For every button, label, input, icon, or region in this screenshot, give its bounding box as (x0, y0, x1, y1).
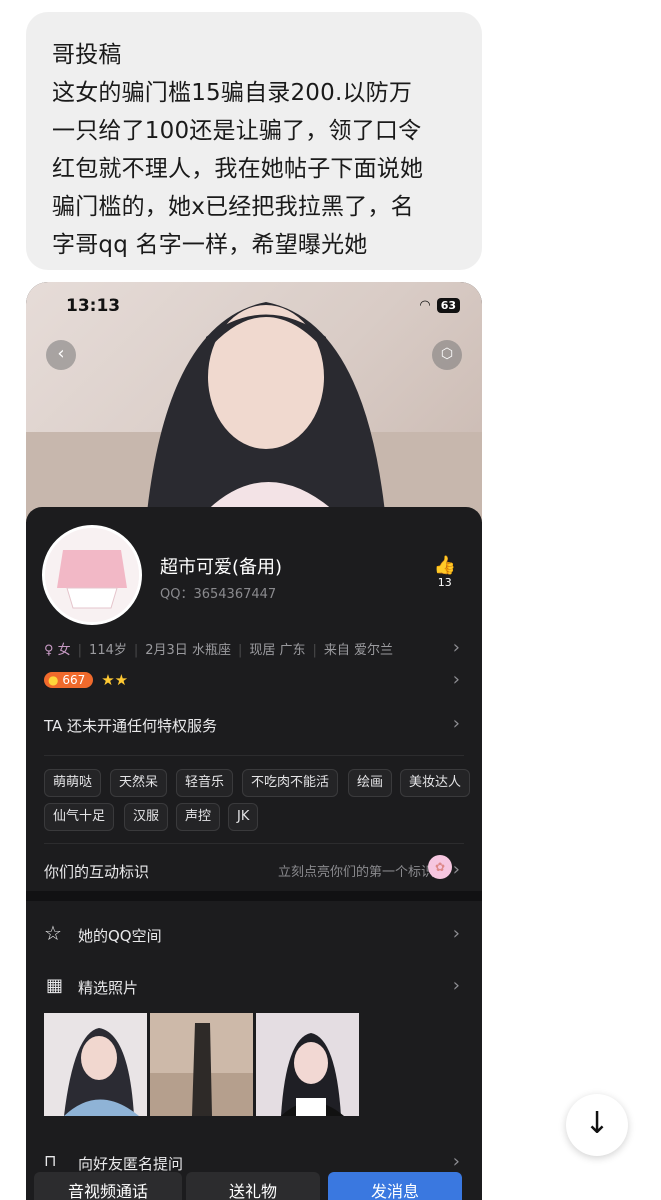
like-button[interactable]: 👍 13 (434, 555, 456, 589)
profile-card: 超市可爱(备用) QQ：3654367447 👍 13 ♀ 女 | 114岁 | 2月3… (26, 507, 482, 1200)
birthday-label: 2月3日 水瓶座 (145, 643, 231, 658)
like-count: 13 (437, 576, 452, 589)
question-icon: ⊓ (44, 1151, 57, 1170)
chevron-right-icon[interactable]: › (453, 859, 460, 880)
message-bubble: 哥投稿 这女的骗门槛15骗自录200.以防万 一只给了100还是让骗了，领了口令… (26, 12, 482, 270)
tag-chip[interactable]: 天然呆 (110, 769, 168, 797)
arrow-down-icon: ↓ (584, 1106, 610, 1141)
level-badge: ● 667 (44, 672, 94, 688)
profile-info-row[interactable]: ♀ 女 | 114岁 | 2月3日 水瓶座 | 现居 广东 | 来自 爱尔兰 (44, 639, 464, 658)
chevron-right-icon[interactable]: › (453, 923, 460, 944)
avatar[interactable] (42, 525, 142, 625)
level-row[interactable]: ● 667 ★★ (44, 671, 128, 689)
status-time: 13:13 (66, 296, 121, 316)
cover-photo: 13:13 ◠ 63 ‹ ⬡ (26, 282, 482, 522)
photo-3 (256, 1013, 359, 1116)
interaction-hint[interactable]: 立刻点亮你们的第一个标识 (278, 861, 434, 880)
message-button[interactable]: 发消息 (328, 1172, 462, 1200)
message-line: 一只给了100还是让骗了，领了口令 (52, 118, 422, 144)
message-line: 哥投稿 (52, 42, 122, 68)
photo-thumbnail[interactable] (150, 1013, 253, 1116)
chevron-right-icon[interactable]: › (453, 669, 460, 690)
chevron-right-icon[interactable]: › (453, 713, 460, 734)
profile-name: 超市可爱(备用) (160, 557, 283, 578)
chevron-right-icon[interactable]: › (453, 637, 460, 658)
message-line: 字哥qq 名字一样，希望曝光她 (52, 232, 368, 258)
message-line: 红包就不理人，我在她帖子下面说她 (52, 156, 424, 182)
back-icon[interactable]: ‹ (46, 340, 76, 370)
interaction-label: 你们的互动标识 (44, 863, 150, 881)
qzone-label[interactable]: 她的QQ空间 (78, 925, 162, 946)
star-icon: ★★ (101, 671, 129, 689)
tag-chip[interactable]: 仙气十足 (44, 803, 115, 831)
photos-label[interactable]: 精选照片 (78, 977, 138, 998)
tag-chip[interactable]: 声控 (176, 803, 221, 831)
photo-thumbnail[interactable] (256, 1013, 359, 1116)
sun-icon: ● (48, 673, 59, 687)
message-line: 这女的骗门槛15骗自录200.以防万 (52, 80, 413, 106)
battery-icon: 63 (436, 298, 460, 313)
divider (44, 755, 464, 756)
status-icons: ◠ 63 (419, 298, 460, 313)
level-value: 667 (62, 673, 86, 687)
profile-screenshot-image[interactable]: 13:13 ◠ 63 ‹ ⬡ 超市可爱(备用) QQ：3654367447 👍 … (26, 282, 482, 1200)
age-label: 114岁 (89, 643, 127, 658)
anon-question-label[interactable]: 向好友匿名提问 (78, 1153, 183, 1174)
gender-label: ♀ 女 (44, 643, 71, 658)
tag-chip[interactable]: 美妆达人 (400, 769, 471, 797)
hexagon-icon[interactable]: ⬡ (432, 340, 462, 370)
tag-chip[interactable]: 轻音乐 (176, 769, 234, 797)
tag-chip[interactable]: 绘画 (348, 769, 393, 797)
grid-icon: ▦ (46, 975, 64, 996)
section-separator (26, 891, 482, 901)
photo-thumbnail[interactable] (44, 1013, 147, 1116)
message-line: 骗门槛的，她x已经把我拉黑了，名 (52, 194, 414, 220)
tag-chip[interactable]: 汉服 (124, 803, 169, 831)
divider (44, 843, 464, 844)
star-outline-icon: ☆ (44, 921, 62, 945)
tag-chip[interactable]: 萌萌哒 (44, 769, 102, 797)
photo-2 (150, 1013, 253, 1116)
hometown-label: 来自 爱尔兰 (323, 643, 394, 658)
gift-button[interactable]: 送礼物 (186, 1172, 320, 1200)
thumbs-up-icon: 👍 (433, 555, 456, 576)
location-label: 现居 广东 (249, 643, 306, 658)
privilege-text[interactable]: TA 还未开通任何特权服务 (44, 715, 217, 736)
scroll-down-button[interactable]: ↓ (566, 1094, 628, 1156)
wifi-icon: ◠ (419, 298, 431, 313)
flower-icon: ✿ (428, 855, 452, 879)
chevron-right-icon[interactable]: › (453, 1151, 460, 1172)
photo-1 (44, 1013, 147, 1116)
tag-chip[interactable]: JK (228, 803, 259, 831)
avatar-image (45, 528, 139, 622)
call-button[interactable]: 音视频通话 (34, 1172, 182, 1200)
qq-number: QQ：3654367447 (160, 587, 277, 602)
chevron-right-icon[interactable]: › (453, 975, 460, 996)
tag-chip[interactable]: 不吃肉不能活 (242, 769, 339, 797)
cover-photo-figure (26, 302, 482, 522)
